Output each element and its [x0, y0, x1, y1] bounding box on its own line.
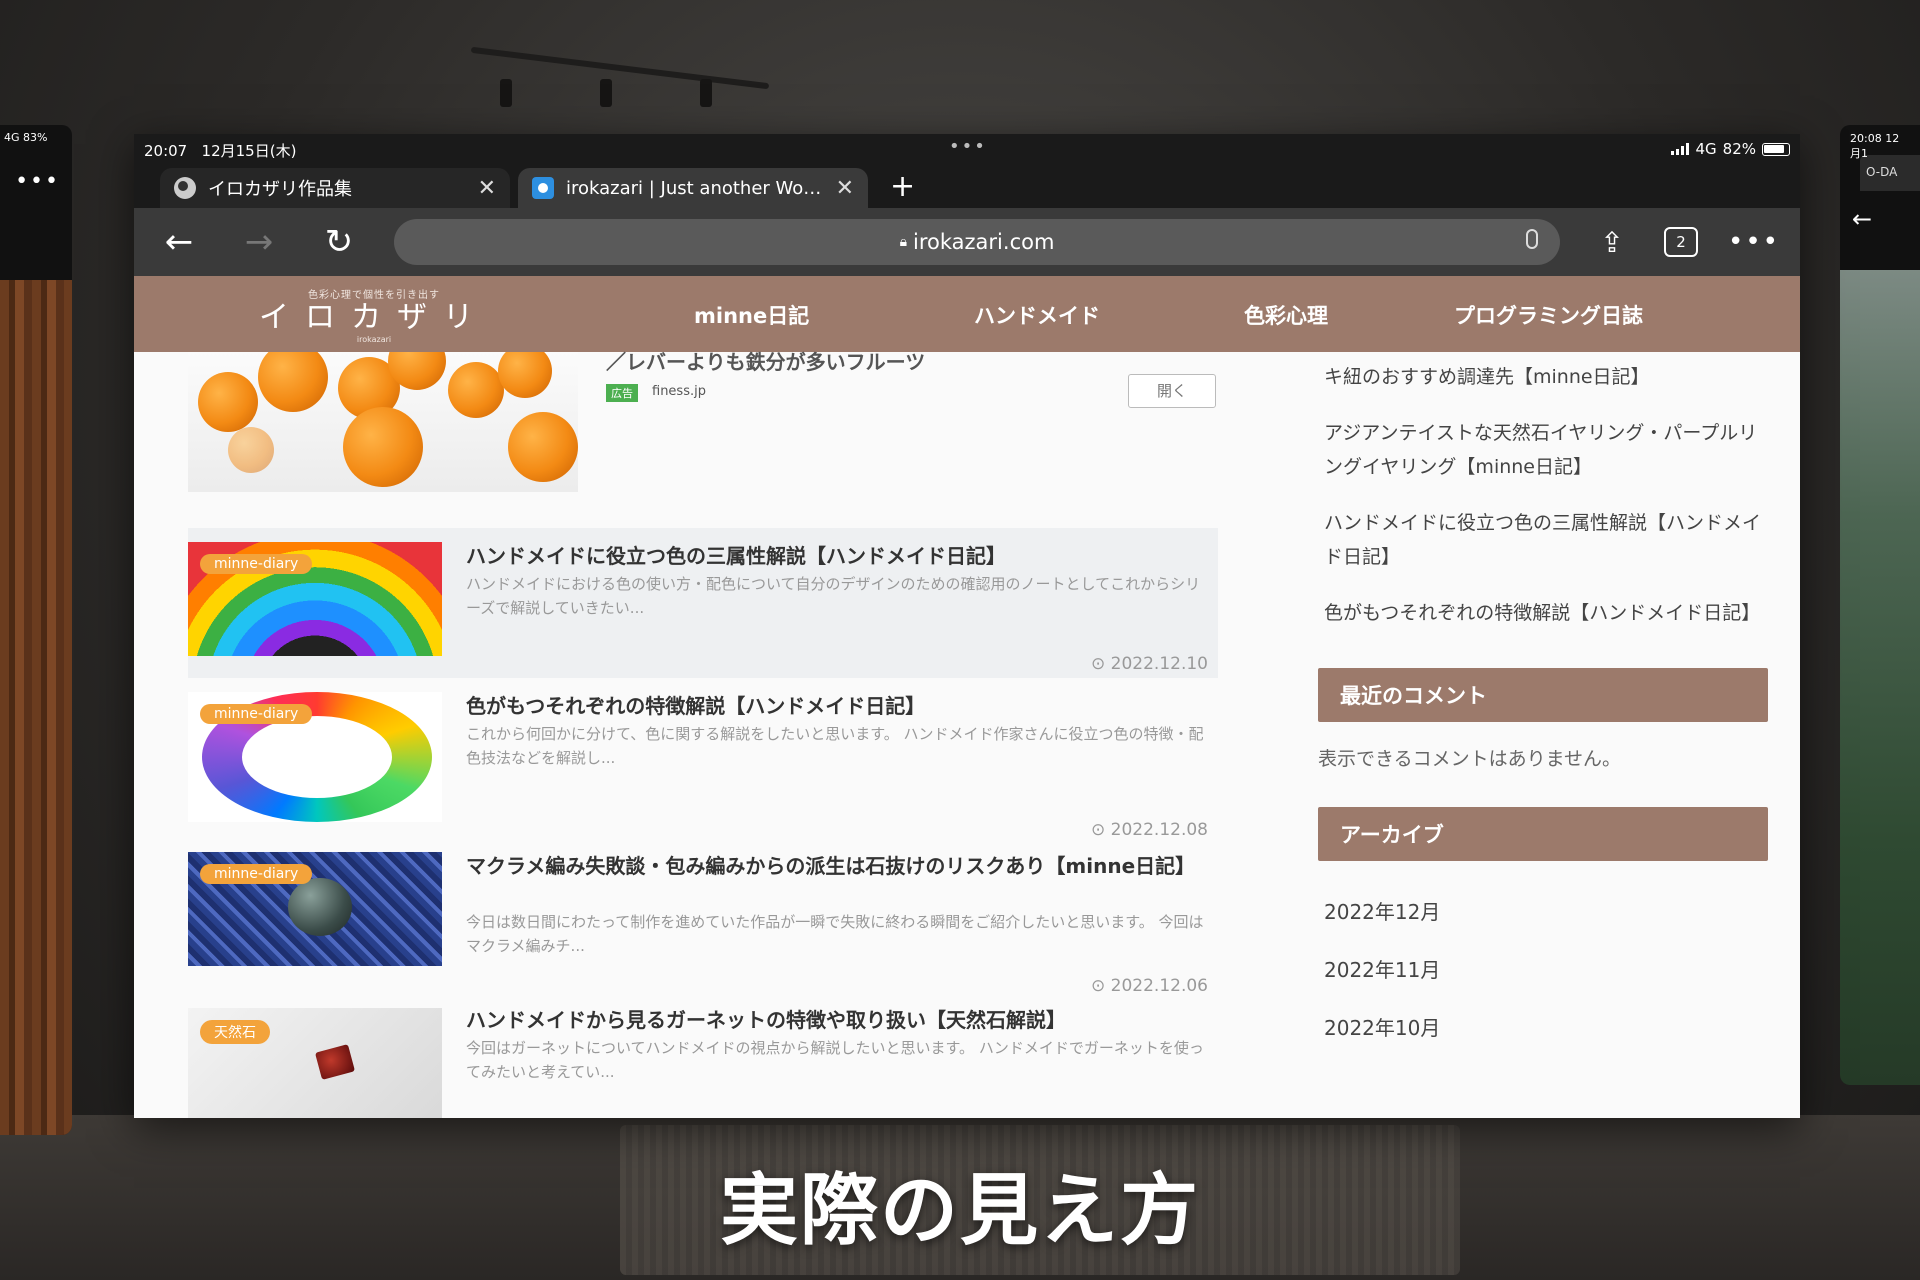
multitask-dots-icon[interactable]: •••	[949, 136, 987, 157]
tab-count-button[interactable]: 2	[1663, 227, 1698, 257]
status-time: 20:07	[144, 142, 188, 160]
post-title[interactable]: マクラメ編み失敗談・包み編みからの派生は石抜けのリスクあり【minne日記】	[466, 852, 1206, 880]
recent-post-link[interactable]: ハンドメイドに役立つ色の三属性解説【ハンドメイド日記】	[1318, 506, 1768, 574]
status-date: 12月15日(木)	[201, 142, 297, 160]
wood-image	[0, 280, 72, 1135]
post-date: ⊙ 2022.12.10	[1091, 654, 1208, 674]
post-thumbnail[interactable]: minne-diary	[188, 542, 442, 656]
right-back-icon[interactable]: ←	[1840, 191, 1920, 249]
category-badge[interactable]: minne-diary	[200, 554, 313, 574]
address-bar[interactable]: 🔒︎ irokazari.com	[394, 219, 1560, 265]
more-menu-button[interactable]: •••	[1728, 227, 1780, 257]
site-header: 色彩心理で個性を引き出す イロカザリ irokazari minne日記 ハンド…	[134, 276, 1800, 352]
nav-color-psychology[interactable]: 色彩心理	[1244, 300, 1454, 330]
post-item[interactable]: minne-diary 色がもつそれぞれの特徴解説【ハンドメイド日記】 これから…	[188, 678, 1218, 844]
post-thumbnail[interactable]: minne-diary	[188, 852, 442, 966]
garnet-image	[314, 1044, 356, 1080]
category-badge[interactable]: 天然石	[200, 1020, 270, 1044]
post-title[interactable]: ハンドメイドから見るガーネットの特徴や取り扱い【天然石解説】	[466, 1006, 1206, 1034]
globe-icon	[174, 177, 196, 199]
tab-title: イロカザリ作品集	[208, 179, 352, 200]
post-excerpt: ハンドメイドにおける色の使い方・配色について自分のデザインのための確認用のノート…	[466, 575, 1201, 617]
status-bar: 20:07 12月15日(木) ••• 4G 82%	[134, 134, 1800, 164]
tab-bar: イロカザリ作品集 ✕ irokazari | Just another Word…	[134, 164, 1800, 208]
battery-percent: 82%	[1722, 140, 1756, 158]
battery-icon	[1762, 142, 1790, 156]
signal-icon	[1671, 143, 1690, 155]
site-logo[interactable]: 色彩心理で個性を引き出す イロカザリ irokazari	[254, 286, 494, 344]
recent-post-link[interactable]: アジアンテイストな天然石イヤリング・パープルリングイヤリング【minne日記】	[1318, 416, 1768, 484]
right-tab[interactable]: O-DA	[1860, 155, 1920, 191]
main-content: ／レバーよりも鉄分が多いフルーツ 広告 finess.jp 開く minne-d…	[188, 350, 1218, 1118]
post-title[interactable]: 色がもつそれぞれの特徴解説【ハンドメイド日記】	[466, 692, 1206, 720]
tab-title: irokazari | Just another WordPress site	[566, 177, 824, 199]
browser-window: 20:07 12月15日(木) ••• 4G 82% イロカザリ作品集 ✕ ir…	[134, 134, 1800, 1118]
post-date: ⊙ 2022.12.08	[1091, 820, 1208, 840]
nav-minne-diary[interactable]: minne日記	[694, 300, 974, 330]
tab-irokazari-site[interactable]: irokazari | Just another WordPress site …	[518, 168, 868, 208]
webpage: 色彩心理で個性を引き出す イロカザリ irokazari minne日記 ハンド…	[134, 276, 1800, 1118]
ad-banner[interactable]: ／レバーよりも鉄分が多いフルーツ 広告 finess.jp 開く	[188, 350, 1218, 492]
nav-programming-diary[interactable]: プログラミング日誌	[1454, 300, 1643, 330]
stone-image	[288, 878, 352, 936]
tab-irokazari-works[interactable]: イロカザリ作品集 ✕	[160, 168, 510, 208]
ad-open-button[interactable]: 開く	[1128, 374, 1216, 408]
logo-tagline: 色彩心理で個性を引き出す	[308, 290, 440, 301]
grass-image	[1840, 270, 1920, 1085]
side-window-right[interactable]: 20:08 12月1 O-DA ←	[1840, 125, 1920, 1085]
post-item[interactable]: minne-diary ハンドメイドに役立つ色の三属性解説【ハンドメイド日記】 …	[188, 528, 1218, 678]
network-label: 4G	[1695, 140, 1717, 158]
post-thumbnail[interactable]: 天然石	[188, 1008, 442, 1118]
share-button[interactable]: ⇪	[1590, 226, 1634, 259]
sidebar: キ紐のおすすめ調達先【minne日記】 アジアンテイストな天然石イヤリング・パー…	[1318, 352, 1768, 1057]
forward-button[interactable]: →	[234, 222, 284, 262]
ceiling-light	[470, 46, 770, 125]
caption-text: 実際の見え方	[719, 1165, 1200, 1256]
right-status: 20:08 12月1	[1850, 132, 1900, 160]
no-comments-text: 表示できるコメントはありません。	[1318, 748, 1622, 770]
url-text: irokazari.com	[913, 230, 1055, 254]
new-tab-button[interactable]: +	[876, 169, 929, 208]
browser-toolbar: ← → ↻ 🔒︎ irokazari.com ⇪ 2 •••	[134, 208, 1800, 276]
close-icon[interactable]: ✕	[836, 176, 854, 201]
post-excerpt: 今日は数日間にわたって制作を進めていた作品が一瞬で失敗に終わる瞬間をご紹介したい…	[466, 913, 1204, 955]
recent-post-link[interactable]: 色がもつそれぞれの特徴解説【ハンドメイド日記】	[1318, 596, 1768, 630]
post-item[interactable]: 天然石 ハンドメイドから見るガーネットの特徴や取り扱い【天然石解説】 今回はガー…	[188, 1000, 1218, 1118]
category-badge[interactable]: minne-diary	[200, 704, 313, 724]
ad-title[interactable]: ／レバーよりも鉄分が多いフルーツ	[606, 346, 925, 375]
ad-badge: 広告	[606, 384, 638, 402]
recent-post-link[interactable]: キ紐のおすすめ調達先【minne日記】	[1318, 360, 1768, 394]
site-nav: minne日記 ハンドメイド 色彩心理 プログラミング日誌	[694, 300, 1643, 330]
archive-heading: アーカイブ	[1318, 807, 1768, 861]
left-more-icon[interactable]: •••	[0, 155, 72, 210]
archive-link[interactable]: 2022年12月	[1318, 883, 1768, 941]
ad-image[interactable]	[188, 352, 578, 492]
post-excerpt: 今回はガーネットについてハンドメイドの視点から解説したいと思います。 ハンドメイ…	[466, 1039, 1204, 1081]
close-icon[interactable]: ✕	[478, 176, 496, 201]
archive-link[interactable]: 2022年11月	[1318, 941, 1768, 999]
microphone-icon[interactable]	[1525, 229, 1538, 249]
back-button[interactable]: ←	[154, 222, 204, 262]
post-date: ⊙ 2022.12.06	[1091, 976, 1208, 996]
logo-sub: irokazari	[356, 335, 392, 344]
category-badge[interactable]: minne-diary	[200, 864, 313, 884]
archive-link[interactable]: 2022年10月	[1318, 999, 1768, 1057]
left-status: 4G 83%	[4, 131, 48, 144]
post-item[interactable]: minne-diary マクラメ編み失敗談・包み編みからの派生は石抜けのリスクあ…	[188, 844, 1218, 1000]
logo-name: イロカザリ	[259, 300, 489, 335]
lock-icon: 🔒︎	[899, 234, 908, 250]
ad-domain: finess.jp	[652, 384, 706, 399]
post-excerpt: これから何回かに分けて、色に関する解説をしたいと思います。 ハンドメイド作家さん…	[466, 725, 1204, 767]
post-thumbnail[interactable]: minne-diary	[188, 692, 442, 822]
post-title[interactable]: ハンドメイドに役立つ色の三属性解説【ハンドメイド日記】	[466, 542, 1206, 570]
reload-button[interactable]: ↻	[314, 222, 364, 262]
recent-comments-heading: 最近のコメント	[1318, 668, 1768, 722]
side-window-left[interactable]: 4G 83% •••	[0, 125, 72, 1135]
nav-handmade[interactable]: ハンドメイド	[974, 300, 1244, 330]
site-favicon-icon	[532, 177, 554, 199]
